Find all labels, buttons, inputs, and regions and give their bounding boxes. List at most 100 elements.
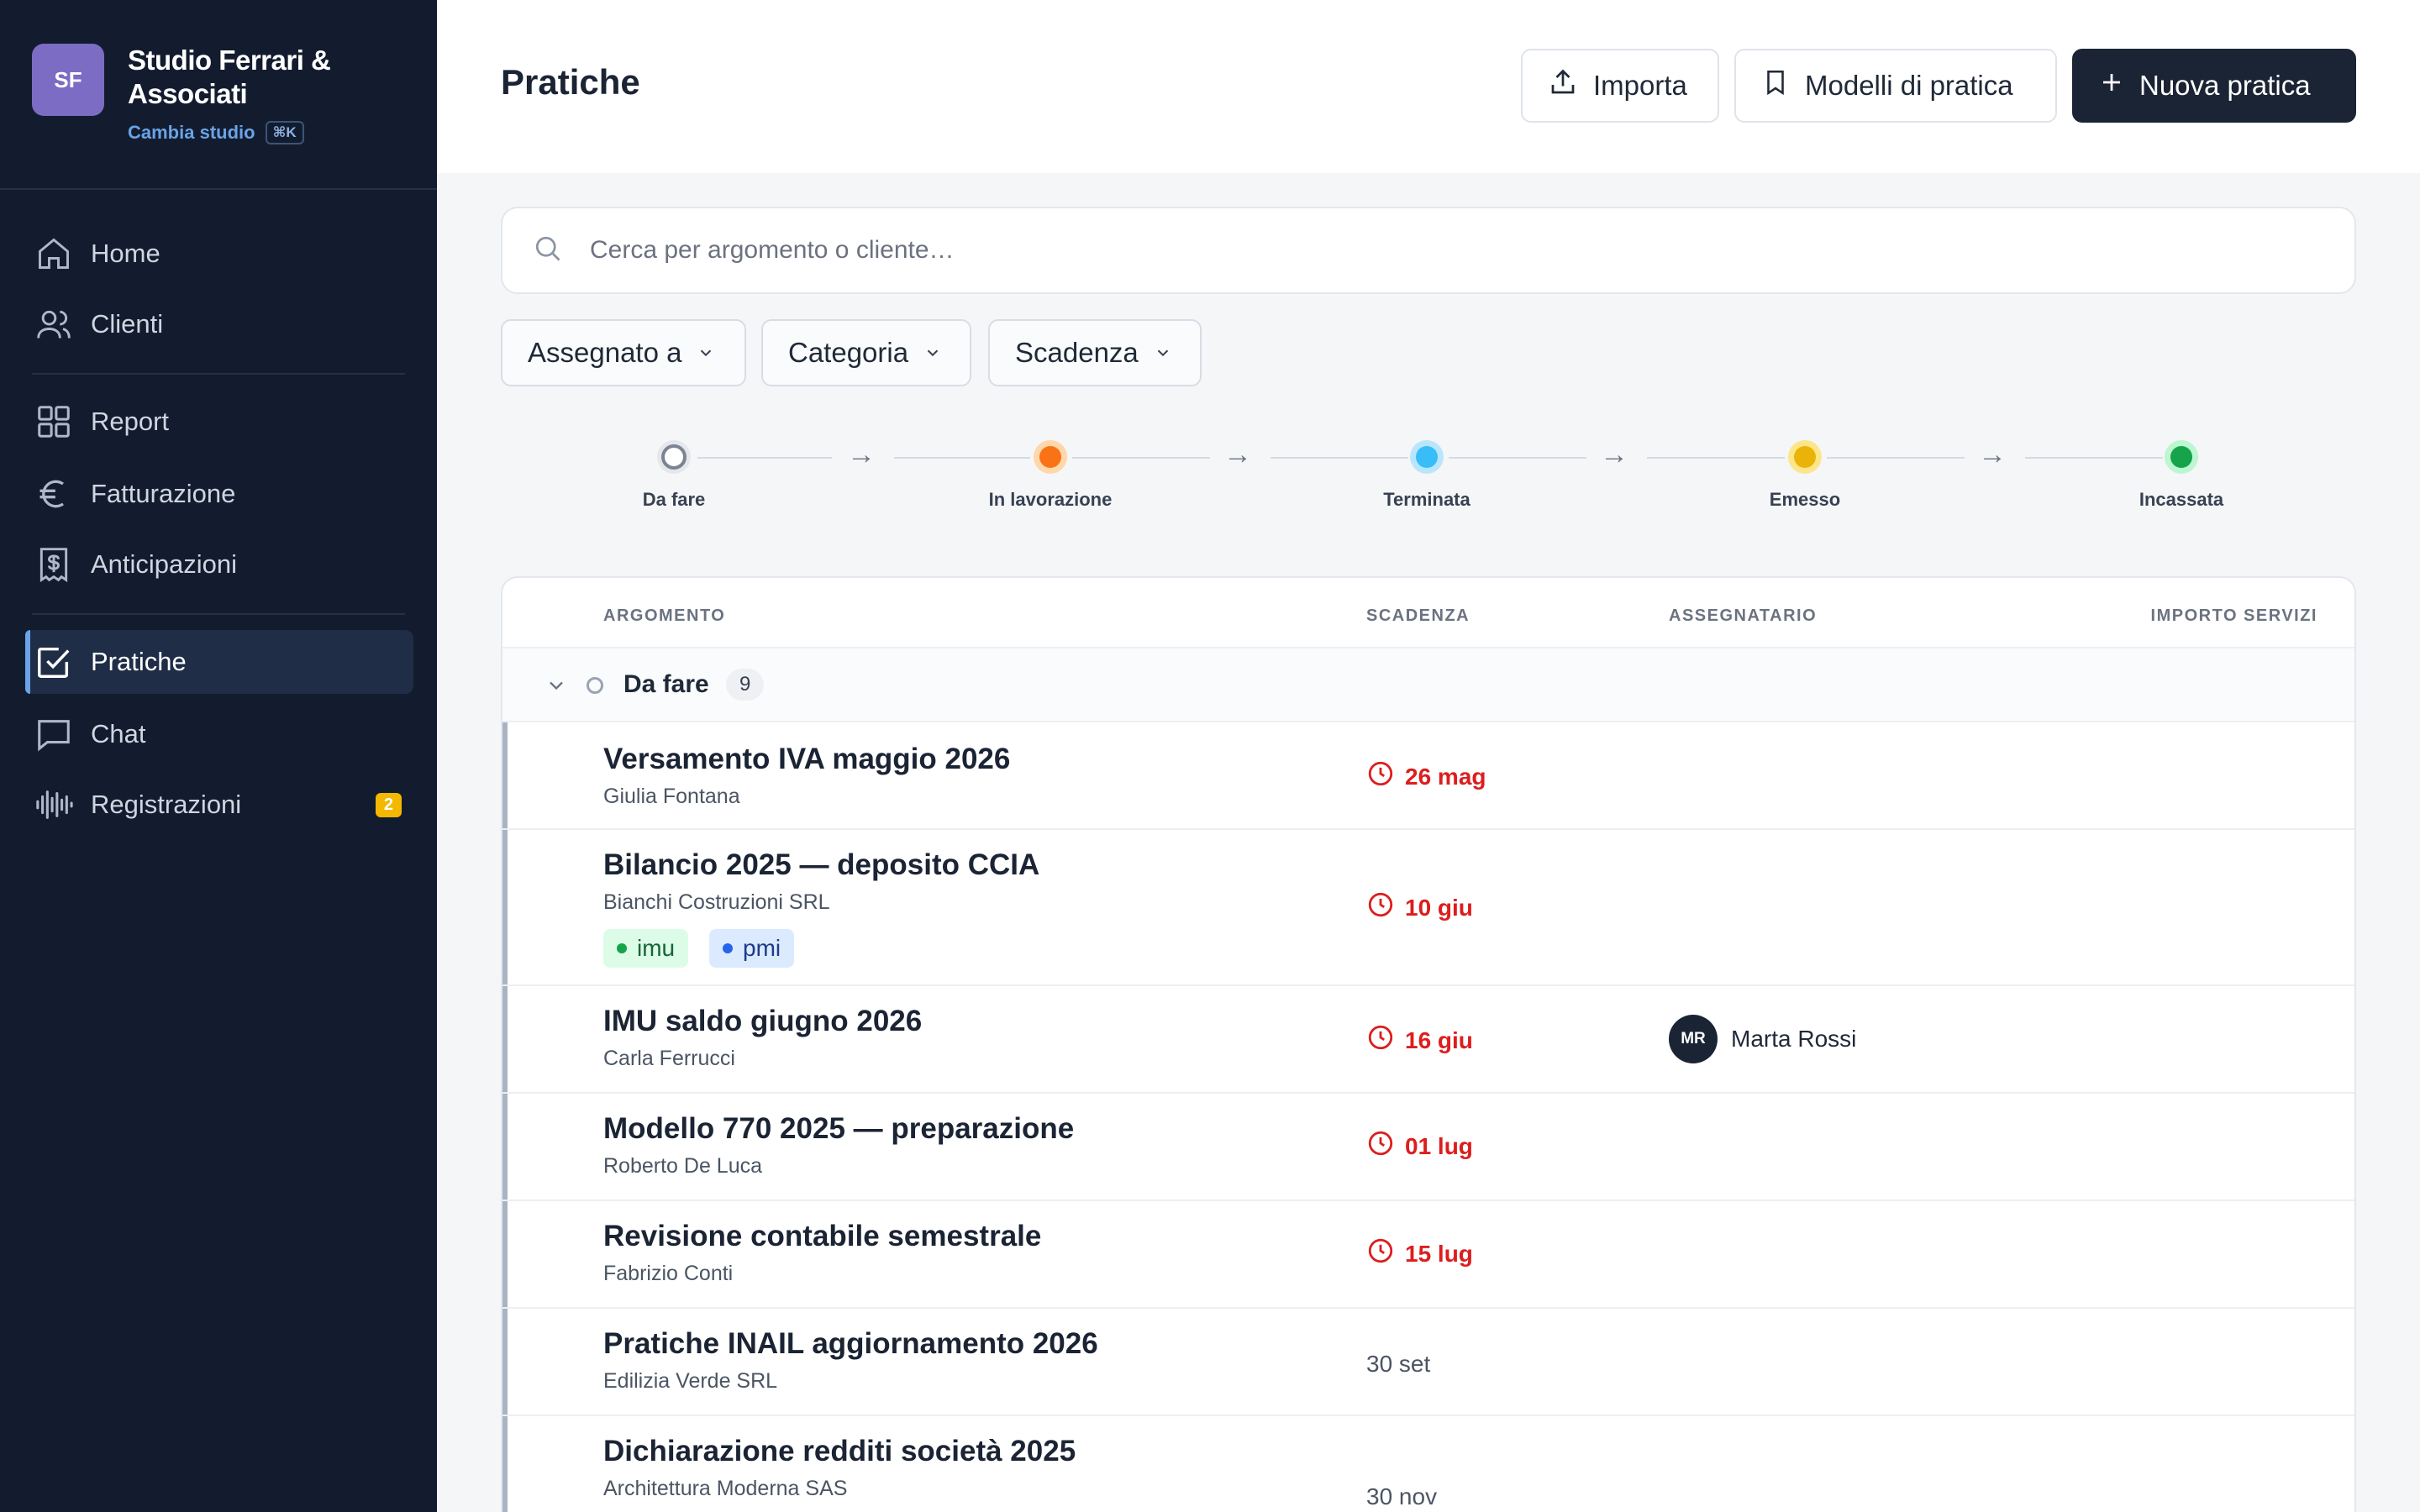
sidebar-item-home[interactable]: Home [25, 222, 413, 286]
new-practice-label: Nuova pratica [2139, 70, 2311, 101]
change-studio-link[interactable]: Cambia studio ⌘K [128, 121, 304, 144]
row-title: Dichiarazione redditi società 2025 [603, 1435, 1076, 1467]
due-date: 26 mag [1366, 759, 1486, 794]
table-row[interactable]: Versamento IVA maggio 2026 Giulia Fontan… [502, 722, 2354, 830]
check-square-icon [34, 642, 74, 682]
assignee-name: Marta Rossi [1731, 1026, 1857, 1052]
sidebar-item-label: Report [91, 407, 170, 436]
search-bar[interactable] [501, 207, 2356, 294]
tag-pmi[interactable]: pmi [709, 929, 795, 968]
studio-switcher[interactable]: SF Studio Ferrari & Associati Cambia stu… [32, 44, 412, 161]
filter-category[interactable]: Categoria [761, 319, 971, 386]
group-header[interactable]: Da fare 9 [502, 648, 2354, 722]
stage-label: Incassata [2139, 489, 2224, 510]
stage-emesso[interactable]: Emesso [1721, 440, 1889, 511]
sidebar-item-chat[interactable]: Chat [25, 702, 413, 766]
sidebar-item-pratiche[interactable]: Pratiche [25, 630, 413, 694]
filter-due[interactable]: Scadenza [988, 319, 1202, 386]
column-header-amount[interactable]: IMPORTO SERVIZI [2151, 606, 2317, 626]
search-icon [533, 234, 563, 268]
table-row[interactable]: Modello 770 2025 — preparazione Roberto … [502, 1094, 2354, 1201]
row-client: Carla Ferrucci [603, 1047, 735, 1070]
filter-assignee[interactable]: Assegnato a [501, 319, 746, 386]
grid-icon [34, 402, 74, 442]
nav-divider [32, 373, 405, 375]
filter-label: Assegnato a [528, 337, 682, 368]
chevron-down-icon[interactable] [544, 674, 568, 701]
templates-button[interactable]: Modelli di pratica [1734, 49, 2057, 123]
column-header-due[interactable]: SCADENZA [1366, 606, 1470, 626]
filter-label: Categoria [788, 337, 909, 368]
sidebar-item-registrazioni[interactable]: Registrazioni 2 [25, 773, 413, 837]
users-icon [34, 304, 74, 344]
row-client: Giulia Fontana [603, 785, 740, 808]
sidebar-item-label: Clienti [91, 309, 164, 339]
table-row[interactable]: Bilancio 2025 — deposito CCIA Bianchi Co… [502, 830, 2354, 986]
assignee[interactable]: MR Marta Rossi [1669, 1015, 1856, 1063]
status-dot [587, 677, 603, 694]
page-header: Pratiche Importa Modelli di pratica Nuov… [437, 0, 2420, 173]
row-title: Pratiche INAIL aggiornamento 2026 [603, 1327, 1098, 1360]
clock-icon [1366, 1236, 1395, 1271]
due-date-text: 10 giu [1405, 894, 1473, 921]
tag-imu[interactable]: imu [603, 929, 689, 968]
search-input[interactable] [590, 236, 2270, 265]
sidebar: SF Studio Ferrari & Associati Cambia stu… [0, 0, 437, 1512]
stage-incassata[interactable]: Incassata [2097, 440, 2265, 511]
stage-in-lavorazione[interactable]: In lavorazione [966, 440, 1134, 511]
table-row[interactable]: Pratiche INAIL aggiornamento 2026 Ediliz… [502, 1309, 2354, 1416]
stage-da-fare[interactable]: Da fare [590, 440, 758, 511]
table-row[interactable]: IMU saldo giugno 2026 Carla Ferrucci 16 … [502, 986, 2354, 1094]
row-title: Versamento IVA maggio 2026 [603, 743, 1011, 775]
due-date-text: 30 nov [1366, 1483, 1438, 1509]
filter-label: Scadenza [1015, 337, 1139, 368]
tag-label: imu [637, 935, 676, 961]
arrow-right-icon: → [1978, 438, 2007, 470]
stage-terminata[interactable]: Terminata [1343, 440, 1511, 511]
page-title: Pratiche [501, 62, 640, 102]
pipeline-line [1449, 457, 1586, 459]
pipeline-line [697, 457, 832, 459]
group-label: Da fare [623, 670, 709, 698]
due-date-text: 16 giu [1405, 1026, 1473, 1053]
due-date: 15 lug [1366, 1236, 1473, 1271]
tag-dot [723, 943, 733, 953]
import-button[interactable]: Importa [1521, 49, 1719, 123]
arrow-right-icon: → [1223, 438, 1252, 470]
home-icon [34, 234, 74, 274]
column-header-assignee[interactable]: ASSEGNATARIO [1669, 606, 1817, 626]
due-date: 16 giu [1366, 1023, 1473, 1058]
stage-label: Emesso [1769, 489, 1841, 510]
column-header-topic[interactable]: ARGOMENTO [603, 606, 725, 626]
chevron-down-icon [923, 337, 942, 369]
sidebar-item-anticipazioni[interactable]: Anticipazioni [25, 533, 413, 596]
stage-label: In lavorazione [988, 489, 1113, 510]
due-date: 01 lug [1366, 1129, 1473, 1163]
new-practice-button[interactable]: Nuova pratica [2072, 49, 2356, 123]
stage-label: Da fare [642, 489, 706, 510]
table-row[interactable]: Revisione contabile semestrale Fabrizio … [502, 1201, 2354, 1309]
tag-label: pmi [743, 935, 781, 961]
pipeline-line [1827, 457, 1965, 459]
studio-avatar: SF [32, 44, 104, 116]
sidebar-item-label: Anticipazioni [91, 549, 238, 579]
receipt-icon [34, 544, 74, 585]
table-row[interactable]: Dichiarazione redditi società 2025 Archi… [502, 1416, 2354, 1512]
stage-dot [2165, 440, 2198, 474]
chat-icon [34, 714, 74, 754]
sidebar-item-label: Fatturazione [91, 479, 236, 508]
bookmark-icon [1761, 68, 1790, 103]
row-client: Roberto De Luca [603, 1154, 763, 1178]
row-title: Bilancio 2025 — deposito CCIA [603, 848, 1040, 881]
row-title: IMU saldo giugno 2026 [603, 1005, 923, 1037]
sidebar-item-fatturazione[interactable]: Fatturazione [25, 462, 413, 526]
sidebar-item-report[interactable]: Report [25, 390, 413, 454]
sidebar-item-label: Home [91, 239, 160, 268]
notification-badge: 2 [375, 793, 402, 817]
nav-divider [32, 613, 405, 615]
shortcut-badge: ⌘K [265, 121, 304, 144]
sidebar-item-label: Registrazioni [91, 790, 242, 819]
sidebar-item-clienti[interactable]: Clienti [25, 292, 413, 356]
studio-name: Studio Ferrari & Associati [128, 45, 331, 109]
change-studio-label: Cambia studio [128, 122, 255, 143]
